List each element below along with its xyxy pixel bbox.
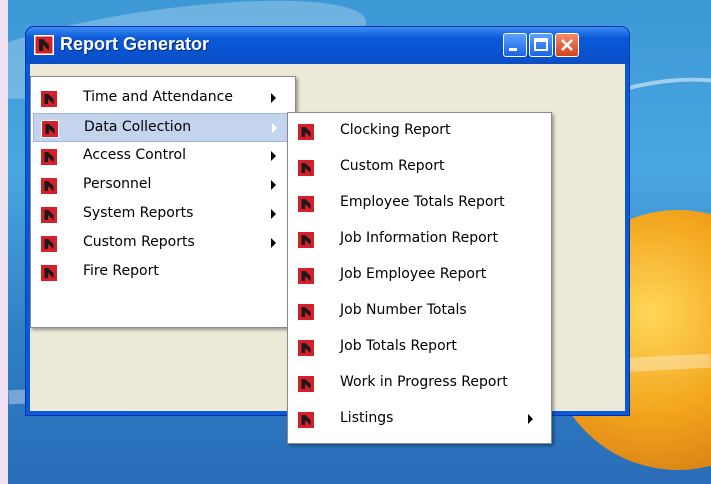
maximize-icon [534,38,548,51]
report-icon [40,264,58,282]
close-button[interactable] [555,33,579,57]
submenu-arrow-icon [271,93,276,103]
submenu-item-label: Listings [340,410,394,426]
submenu-item[interactable]: Clocking Report [290,117,547,146]
data-collection-submenu: Clocking Report Custom Report Employee Tot… [287,112,552,444]
menu-item[interactable]: Personnel [33,171,291,200]
submenu-item[interactable]: Listings [290,405,547,434]
menu-item[interactable]: Custom Reports [33,229,291,258]
menu-item-label: Time and Attendance [83,89,233,105]
submenu-item-label: Job Totals Report [340,338,457,354]
submenu-item[interactable]: Job Information Report [290,225,547,254]
maximize-button[interactable] [529,33,553,57]
window-title: Report Generator [60,34,210,54]
report-icon [297,375,315,393]
submenu-item-label: Employee Totals Report [340,194,505,210]
submenu-arrow-icon [271,209,276,219]
submenu-item-label: Custom Report [340,158,445,174]
submenu-item-label: Job Number Totals [340,302,467,318]
report-icon [297,339,315,357]
report-icon [297,159,315,177]
submenu-arrow-icon [528,414,533,424]
submenu-item[interactable]: Work in Progress Report [290,369,547,398]
submenu-item[interactable]: Custom Report [290,153,547,182]
menu-item-label: Fire Report [83,263,159,279]
report-icon [297,195,315,213]
report-icon [297,123,315,141]
report-icon [34,35,54,55]
report-icon [297,231,315,249]
report-icon [297,267,315,285]
submenu-item[interactable]: Job Totals Report [290,333,547,362]
submenu-item-label: Clocking Report [340,122,451,138]
minimize-icon [509,48,517,51]
menu-item[interactable]: Data Collection [33,113,291,142]
report-icon [297,411,315,429]
main-menu: Time and Attendance Data Collection Access… [30,76,296,328]
menu-item[interactable]: Time and Attendance [33,84,291,113]
submenu-arrow-icon [271,238,276,248]
menu-item[interactable]: Access Control [33,142,291,171]
report-icon [41,120,59,138]
submenu-item-label: Work in Progress Report [340,374,508,390]
report-icon [40,177,58,195]
menu-item[interactable]: System Reports [33,200,291,229]
title-bar[interactable]: Report Generator [26,27,629,64]
menu-item-label: Data Collection [84,119,192,135]
menu-item[interactable]: Fire Report [33,258,291,287]
report-icon [40,206,58,224]
menu-item-label: Personnel [83,176,152,192]
submenu-arrow-icon [272,123,277,133]
submenu-arrow-icon [271,180,276,190]
menu-item-label: System Reports [83,205,194,221]
menu-item-label: Access Control [83,147,186,163]
menu-item-label: Custom Reports [83,234,195,250]
report-icon [40,148,58,166]
submenu-item-label: Job Employee Report [340,266,487,282]
submenu-item[interactable]: Job Number Totals [290,297,547,326]
minimize-button[interactable] [503,33,527,57]
report-icon [40,235,58,253]
submenu-item[interactable]: Job Employee Report [290,261,547,290]
submenu-item[interactable]: Employee Totals Report [290,189,547,218]
close-icon [561,39,573,51]
report-icon [297,303,315,321]
submenu-item-label: Job Information Report [340,230,498,246]
report-icon [40,90,58,108]
submenu-arrow-icon [271,151,276,161]
